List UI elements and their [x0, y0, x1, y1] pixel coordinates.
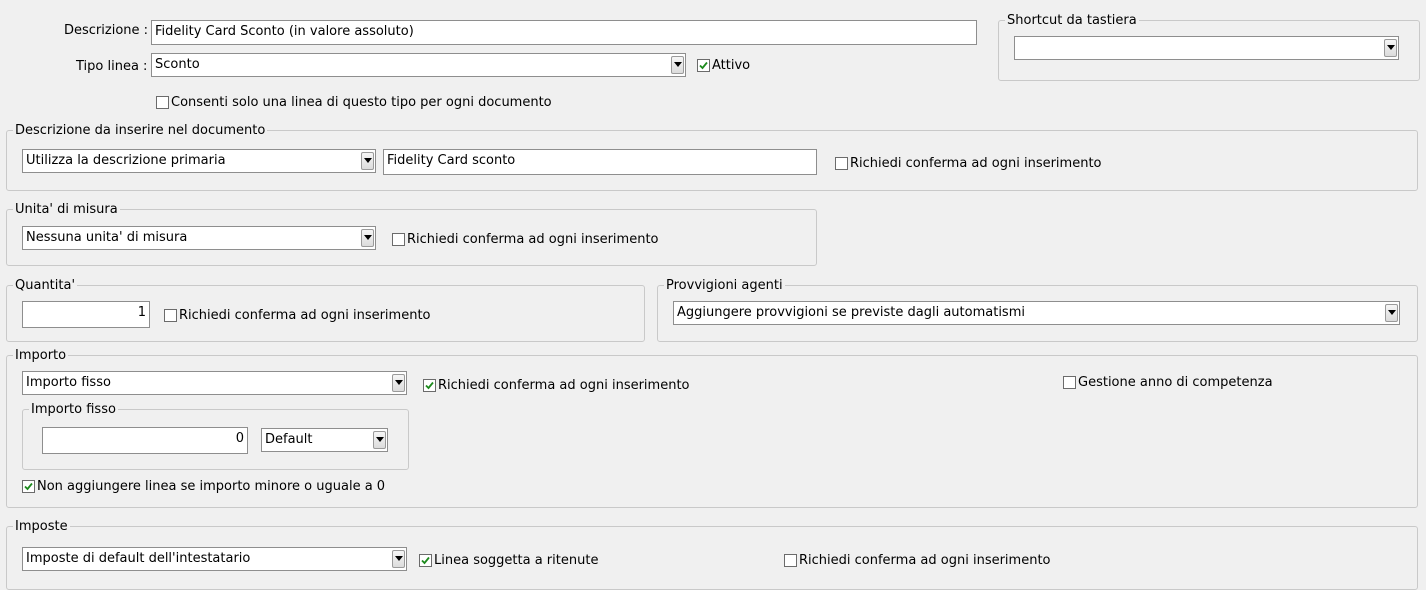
dropdown-button[interactable] [1384, 39, 1397, 57]
non-aggiungere-label: Non aggiungere linea se importo minore o… [37, 479, 386, 494]
unita-conferma-checkbox[interactable] [392, 233, 405, 246]
importo-conferma-label: Richiedi conferma ad ogni inserimento [438, 378, 690, 393]
dropdown-button[interactable] [373, 431, 386, 449]
descrizione-input[interactable]: Fidelity Card Sconto (in valore assoluto… [151, 20, 977, 45]
provvigioni-select-value: Aggiungere provvigioni se previste dagli… [677, 305, 1025, 320]
unita-title: Unita' di misura [13, 202, 120, 218]
gestione-anno-label: Gestione anno di competenza [1078, 375, 1273, 390]
importo-fisso-currency-select[interactable]: Default [261, 428, 388, 452]
imposte-conferma-label: Richiedi conferma ad ogni inserimento [799, 553, 1051, 568]
imposte-select-value: Imposte di default dell'intestatario [26, 551, 251, 566]
descrizione-doc-conferma-checkbox[interactable] [835, 157, 848, 170]
quantita-title: Quantita' [13, 278, 78, 294]
descrizione-label: Descrizione : [64, 23, 149, 38]
dropdown-button[interactable] [392, 374, 405, 392]
checkmark-icon [699, 61, 708, 70]
unita-select[interactable]: Nessuna unita' di misura [22, 226, 376, 250]
importo-conferma-checkbox[interactable] [423, 379, 436, 392]
tipo-linea-value: Sconto [155, 57, 200, 72]
importo-fisso-title: Importo fisso [29, 402, 118, 418]
chevron-down-icon [376, 437, 384, 442]
dropdown-button[interactable] [671, 56, 684, 74]
descrizione-doc-input[interactable]: Fidelity Card sconto [383, 149, 817, 175]
chevron-down-icon [364, 235, 372, 240]
chevron-down-icon [1388, 310, 1396, 315]
attivo-label: Attivo [712, 58, 751, 73]
dropdown-button[interactable] [361, 229, 374, 247]
chevron-down-icon [364, 158, 372, 163]
shortcut-select[interactable] [1014, 36, 1399, 60]
importo-fisso-input[interactable]: 0 [42, 427, 248, 454]
provvigioni-title: Provvigioni agenti [664, 278, 785, 294]
imposte-title: Imposte [13, 519, 70, 535]
tipo-linea-select[interactable]: Sconto [151, 53, 686, 77]
dropdown-button[interactable] [392, 550, 405, 568]
chevron-down-icon [674, 62, 682, 67]
chevron-down-icon [395, 380, 403, 385]
importo-title: Importo [13, 348, 69, 364]
checkmark-icon [24, 482, 33, 491]
unita-select-value: Nessuna unita' di misura [26, 230, 188, 245]
attivo-checkbox[interactable] [697, 59, 710, 72]
dropdown-button[interactable] [1385, 304, 1398, 322]
quantita-conferma-checkbox[interactable] [164, 309, 177, 322]
quantita-input[interactable]: 1 [22, 301, 150, 328]
checkmark-icon [421, 556, 430, 565]
ritenute-label: Linea soggetta a ritenute [434, 553, 599, 568]
provvigioni-select[interactable]: Aggiungere provvigioni se previste dagli… [673, 301, 1400, 325]
tipo-linea-label: Tipo linea : [76, 59, 148, 74]
importo-fisso-currency-value: Default [265, 432, 313, 447]
importo-select[interactable]: Importo fisso [22, 371, 407, 395]
consenti-checkbox[interactable] [156, 96, 169, 109]
descrizione-doc-select-value: Utilizza la descrizione primaria [26, 153, 226, 168]
descrizione-doc-title: Descrizione da inserire nel documento [13, 123, 268, 139]
gestione-anno-checkbox[interactable] [1063, 376, 1076, 389]
descrizione-doc-conferma-label: Richiedi conferma ad ogni inserimento [850, 156, 1102, 171]
imposte-select[interactable]: Imposte di default dell'intestatario [22, 547, 407, 571]
consenti-label: Consenti solo una linea di questo tipo p… [171, 95, 552, 110]
chevron-down-icon [395, 556, 403, 561]
dropdown-button[interactable] [361, 152, 374, 170]
ritenute-checkbox[interactable] [419, 554, 432, 567]
shortcut-title: Shortcut da tastiera [1005, 13, 1139, 29]
imposte-conferma-checkbox[interactable] [784, 554, 797, 567]
quantita-conferma-label: Richiedi conferma ad ogni inserimento [179, 308, 431, 323]
importo-select-value: Importo fisso [26, 375, 111, 390]
descrizione-doc-select[interactable]: Utilizza la descrizione primaria [22, 149, 376, 173]
checkmark-icon [425, 381, 434, 390]
chevron-down-icon [1387, 45, 1395, 50]
unita-conferma-label: Richiedi conferma ad ogni inserimento [407, 232, 659, 247]
non-aggiungere-checkbox[interactable] [22, 480, 35, 493]
